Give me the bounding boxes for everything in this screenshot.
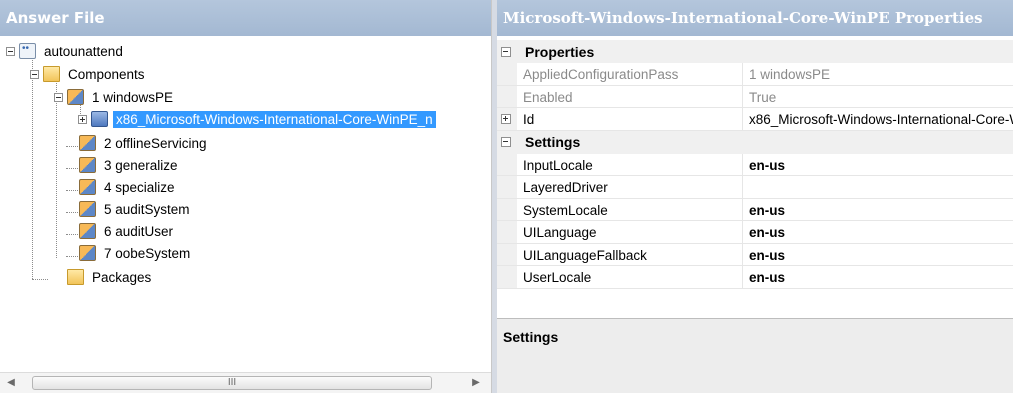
expand-icon[interactable] [78, 114, 87, 124]
scroll-right-arrow-icon[interactable]: ▶ [469, 376, 483, 390]
component-icon [91, 111, 108, 127]
setting-name: UILanguageFallback [517, 243, 743, 265]
collapse-icon[interactable] [30, 69, 39, 79]
tree-node-oobesystem[interactable]: 7 oobeSystem [79, 242, 193, 264]
property-grid: Properties AppliedConfigurationPass 1 wi… [497, 40, 1013, 289]
setting-name: UILanguage [517, 221, 743, 243]
tree-node-windowspe[interactable]: 1 windowsPE [54, 86, 176, 108]
tree-node-offlineservicing[interactable]: 2 offlineServicing [79, 132, 210, 154]
category-label: Properties [525, 43, 595, 60]
properties-pane: Microsoft-Windows-International-Core-Win… [497, 0, 1013, 393]
scroll-left-arrow-icon[interactable]: ◀ [4, 376, 18, 390]
property-name: Id [517, 108, 743, 130]
tree-node-label: 4 specialize [104, 179, 175, 195]
answer-file-tree: autounattend Components 1 windowsPE x86_… [0, 40, 491, 370]
tree-node-auditsystem[interactable]: 5 auditSystem [79, 198, 193, 220]
tree-node-label: 1 windowsPE [92, 89, 174, 105]
setting-value[interactable]: en-us [743, 221, 1013, 243]
horizontal-scrollbar[interactable]: ◀ III ▶ [0, 372, 491, 393]
collapse-icon[interactable] [54, 92, 63, 102]
setting-name: UserLocale [517, 266, 743, 288]
property-value: x86_Microsoft-Windows-International-Core… [749, 112, 1013, 127]
expand-icon[interactable] [501, 114, 511, 124]
tree-node-audituser[interactable]: 6 auditUser [79, 220, 176, 242]
config-pass-icon [79, 245, 96, 261]
config-pass-icon [79, 201, 96, 217]
answer-file-header: Answer File [0, 0, 491, 36]
category-properties[interactable]: Properties [497, 40, 1013, 63]
property-name: AppliedConfigurationPass [517, 63, 743, 85]
property-value: True [749, 89, 777, 105]
setting-value[interactable]: en-us [743, 154, 1013, 176]
setting-value[interactable] [743, 176, 1013, 198]
tree-node-specialize[interactable]: 4 specialize [79, 176, 178, 198]
tree-node-label: Components [68, 66, 145, 82]
setting-name: LayeredDriver [517, 176, 743, 198]
property-name: Enabled [517, 85, 743, 107]
description-panel: Settings [497, 318, 1013, 393]
setting-row-uilanguagefallback[interactable]: UILanguageFallback en-us [497, 243, 1013, 266]
properties-header: Microsoft-Windows-International-Core-Win… [497, 0, 1013, 36]
config-pass-icon [79, 135, 96, 151]
tree-node-autounattend[interactable]: autounattend [6, 40, 126, 62]
tree-node-label: Packages [92, 269, 152, 285]
category-settings[interactable]: Settings [497, 130, 1013, 154]
config-pass-icon [79, 157, 96, 173]
property-row-id[interactable]: Id x86_Microsoft-Windows-International-C… [497, 108, 1013, 131]
property-row-enabled[interactable]: Enabled True [497, 85, 1013, 108]
tree-node-label: x86_Microsoft-Windows-International-Core… [113, 110, 436, 128]
setting-value[interactable]: en-us [743, 244, 1013, 266]
setting-row-layereddriver[interactable]: LayeredDriver [497, 176, 1013, 199]
setting-value[interactable]: en-us [743, 199, 1013, 221]
category-label: Settings [525, 134, 581, 150]
tree-node-packages[interactable]: Packages [67, 266, 154, 288]
property-row-appliedconfigurationpass[interactable]: AppliedConfigurationPass 1 windowsPE [497, 63, 1013, 86]
setting-name: InputLocale [517, 153, 743, 175]
tree-node-label: 7 oobeSystem [104, 245, 191, 261]
config-pass-icon [79, 179, 96, 195]
tree-node-label: autounattend [44, 43, 123, 59]
property-value: 1 windowsPE [749, 67, 831, 82]
setting-value[interactable]: en-us [743, 266, 1013, 288]
tree-node-label: 3 generalize [104, 157, 178, 173]
tree-node-components[interactable]: Components [30, 63, 148, 85]
setting-row-inputlocale[interactable]: InputLocale en-us [497, 153, 1013, 176]
tree-node-label: 2 offlineServicing [104, 135, 207, 151]
tree-node-generalize[interactable]: 3 generalize [79, 154, 181, 176]
config-pass-icon [67, 89, 84, 105]
description-title: Settings [503, 329, 559, 345]
tree-node-label: 6 auditUser [104, 223, 174, 239]
setting-row-userlocale[interactable]: UserLocale en-us [497, 266, 1013, 289]
folder-icon [43, 66, 60, 82]
config-pass-icon [79, 223, 96, 239]
answer-file-icon [19, 43, 36, 59]
folder-icon [67, 269, 84, 285]
answer-file-pane: Answer File autounattend Components 1 wi [0, 0, 492, 393]
setting-row-systemlocale[interactable]: SystemLocale en-us [497, 198, 1013, 221]
collapse-icon[interactable] [6, 46, 15, 56]
scroll-thumb[interactable]: III [32, 376, 432, 390]
setting-name: SystemLocale [517, 198, 743, 220]
setting-row-uilanguage[interactable]: UILanguage en-us [497, 221, 1013, 244]
collapse-icon[interactable] [501, 46, 511, 57]
tree-node-international-core-winpe[interactable]: x86_Microsoft-Windows-International-Core… [78, 108, 436, 130]
tree-node-label: 5 auditSystem [104, 201, 190, 217]
collapse-icon[interactable] [501, 137, 511, 147]
